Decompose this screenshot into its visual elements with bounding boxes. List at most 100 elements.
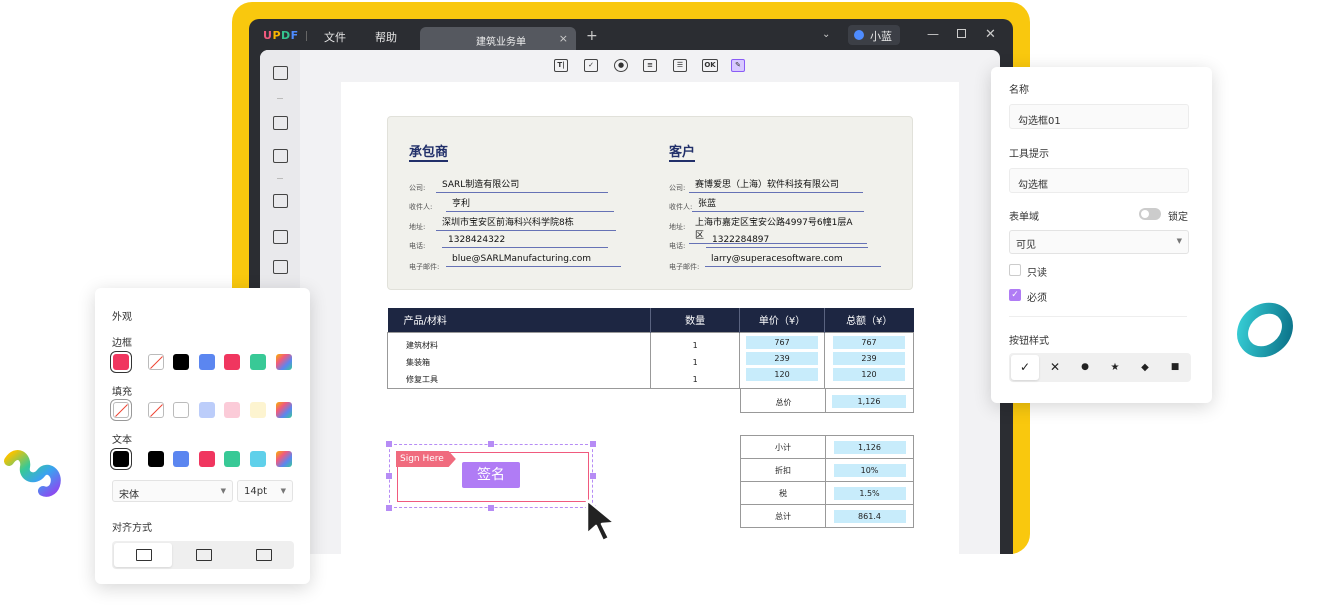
customer-recipient-value[interactable]: 张蓝 bbox=[692, 196, 864, 212]
menu-help[interactable]: 帮助 bbox=[375, 29, 397, 45]
comment-icon[interactable] bbox=[273, 116, 288, 130]
border-color-green[interactable] bbox=[250, 354, 266, 370]
minimize-button[interactable]: — bbox=[927, 27, 939, 41]
total-value-field[interactable]: 1,126 bbox=[832, 395, 906, 408]
organize-pages-icon[interactable] bbox=[273, 230, 288, 244]
chevron-down-icon[interactable]: ⌄ bbox=[822, 29, 830, 40]
signature-field-icon[interactable]: ✎ bbox=[731, 59, 745, 72]
tax-field[interactable]: 1.5% bbox=[833, 486, 906, 500]
font-family-select[interactable]: 宋体 ▼ bbox=[112, 480, 233, 502]
align-center-button[interactable] bbox=[174, 543, 232, 567]
copy-pages-icon[interactable] bbox=[273, 260, 288, 274]
dropdown-field-icon[interactable]: ≡ bbox=[643, 59, 657, 72]
resize-handle[interactable] bbox=[386, 441, 392, 447]
align-left-button[interactable] bbox=[114, 543, 172, 567]
name-label: 名称 bbox=[1009, 85, 1029, 96]
text-color-black[interactable] bbox=[148, 451, 164, 467]
border-color-red[interactable] bbox=[224, 354, 240, 370]
amount-field[interactable]: 767 bbox=[833, 335, 905, 349]
align-right-button[interactable] bbox=[234, 543, 292, 567]
border-color-none[interactable] bbox=[148, 354, 164, 370]
grand-total-field[interactable]: 861.4 bbox=[833, 509, 906, 523]
tab-document[interactable]: 建筑业务单 × bbox=[420, 27, 576, 51]
resize-handle[interactable] bbox=[488, 505, 494, 511]
square-style-icon[interactable]: ■ bbox=[1161, 355, 1189, 380]
customer-phone-value[interactable]: 1322284897 bbox=[706, 235, 868, 248]
contractor-address-label: 地址: bbox=[409, 223, 426, 231]
font-size-select[interactable]: 14pt ▼ bbox=[237, 480, 293, 502]
cross-style-icon[interactable]: ✕ bbox=[1041, 355, 1069, 380]
fill-color-none-selected[interactable] bbox=[110, 399, 132, 421]
diamond-style-icon[interactable]: ◆ bbox=[1131, 355, 1159, 380]
price-field[interactable]: 239 bbox=[746, 351, 819, 365]
items-table: 产品/材料 数量 单价（¥） 总额（¥） 建筑材料 集装箱 修复工具 1 1 1 bbox=[386, 308, 914, 389]
text-color-green[interactable] bbox=[224, 451, 240, 467]
circle-style-icon[interactable]: ● bbox=[1071, 355, 1099, 380]
fill-color-none[interactable] bbox=[148, 402, 164, 418]
fill-color-white[interactable] bbox=[173, 402, 189, 418]
required-checkbox[interactable]: ✓ bbox=[1009, 289, 1021, 301]
star-style-icon[interactable]: ★ bbox=[1101, 355, 1129, 380]
alignment-label: 对齐方式 bbox=[112, 523, 152, 534]
window-close-button[interactable]: ✕ bbox=[985, 27, 996, 42]
contractor-company-value[interactable]: SARL制造有限公司 bbox=[436, 177, 608, 193]
subtotal-field[interactable]: 1,126 bbox=[833, 440, 906, 454]
customer-company-value[interactable]: 赛博爱思（上海）软件科技有限公司 bbox=[689, 177, 863, 193]
resize-handle[interactable] bbox=[488, 441, 494, 447]
readonly-checkbox[interactable] bbox=[1009, 264, 1021, 276]
lock-toggle[interactable] bbox=[1139, 208, 1161, 220]
border-color-blue[interactable] bbox=[199, 354, 215, 370]
resize-handle[interactable] bbox=[386, 473, 392, 479]
text-color-picker[interactable] bbox=[276, 451, 292, 467]
price-field[interactable]: 767 bbox=[746, 335, 819, 349]
rail-divider bbox=[277, 98, 283, 99]
summary-value-cell: 1,126 bbox=[825, 435, 914, 459]
tooltip-input[interactable]: 勾选框 bbox=[1009, 168, 1189, 193]
resize-handle[interactable] bbox=[590, 441, 596, 447]
fill-color-picker[interactable] bbox=[276, 402, 292, 418]
text-field-icon[interactable]: T| bbox=[554, 59, 568, 72]
fill-color-cream[interactable] bbox=[250, 402, 266, 418]
edit-icon[interactable] bbox=[273, 149, 288, 163]
button-style-label: 按钮样式 bbox=[1009, 336, 1049, 347]
list-box-icon[interactable]: ☰ bbox=[673, 59, 687, 72]
check-style-icon[interactable]: ✓ bbox=[1011, 355, 1039, 380]
resize-handle[interactable] bbox=[590, 473, 596, 479]
contractor-phone-label: 电话: bbox=[409, 242, 426, 250]
border-color-black[interactable] bbox=[173, 354, 189, 370]
sign-button[interactable]: 签名 bbox=[462, 462, 520, 488]
name-input[interactable]: 勾选框01 bbox=[1009, 104, 1189, 129]
text-color-black-selected[interactable] bbox=[110, 448, 132, 470]
text-color-red[interactable] bbox=[199, 451, 215, 467]
button-field-icon[interactable]: OK bbox=[702, 59, 718, 72]
customer-email-value[interactable]: larry@superacesoftware.com bbox=[705, 254, 881, 267]
text-color-blue[interactable] bbox=[173, 451, 189, 467]
user-account-button[interactable]: 小蓝 bbox=[848, 25, 900, 45]
amount-field[interactable]: 239 bbox=[833, 351, 905, 365]
amount-field[interactable]: 120 bbox=[833, 367, 905, 381]
price-field[interactable]: 120 bbox=[746, 367, 819, 381]
close-icon[interactable]: × bbox=[559, 32, 568, 45]
text-color-label: 文本 bbox=[112, 435, 132, 446]
contractor-recipient-value[interactable]: 亨利 bbox=[446, 196, 614, 212]
contractor-email-value[interactable]: blue@SARLManufacturing.com bbox=[446, 254, 621, 267]
button-style-segmented-control: ✓ ✕ ● ★ ◆ ■ bbox=[1009, 353, 1191, 382]
menu-file[interactable]: 文件 bbox=[324, 29, 346, 45]
fill-color-light-blue[interactable] bbox=[199, 402, 215, 418]
visibility-select[interactable]: 可见 ▼ bbox=[1009, 230, 1189, 254]
radio-button-icon[interactable]: ● bbox=[614, 59, 628, 72]
reader-icon[interactable] bbox=[273, 66, 288, 80]
resize-handle[interactable] bbox=[386, 505, 392, 511]
contractor-phone-value[interactable]: 1328424322 bbox=[442, 235, 608, 248]
discount-field[interactable]: 10% bbox=[833, 463, 906, 477]
border-color-red-selected[interactable] bbox=[110, 351, 132, 373]
add-tab-button[interactable]: + bbox=[586, 28, 598, 44]
border-color-picker[interactable] bbox=[276, 354, 292, 370]
contractor-address-value[interactable]: 深圳市宝安区前海科兴科学院8栋 bbox=[436, 215, 616, 231]
crop-icon[interactable] bbox=[273, 194, 288, 208]
checkbox-icon[interactable]: ✓ bbox=[584, 59, 598, 72]
text-color-cyan[interactable] bbox=[250, 451, 266, 467]
pdf-page: 承包商 客户 公司: SARL制造有限公司 收件人: 亨利 地址: 深圳市宝安区… bbox=[341, 82, 959, 554]
fill-color-pink[interactable] bbox=[224, 402, 240, 418]
maximize-button[interactable] bbox=[957, 29, 966, 38]
